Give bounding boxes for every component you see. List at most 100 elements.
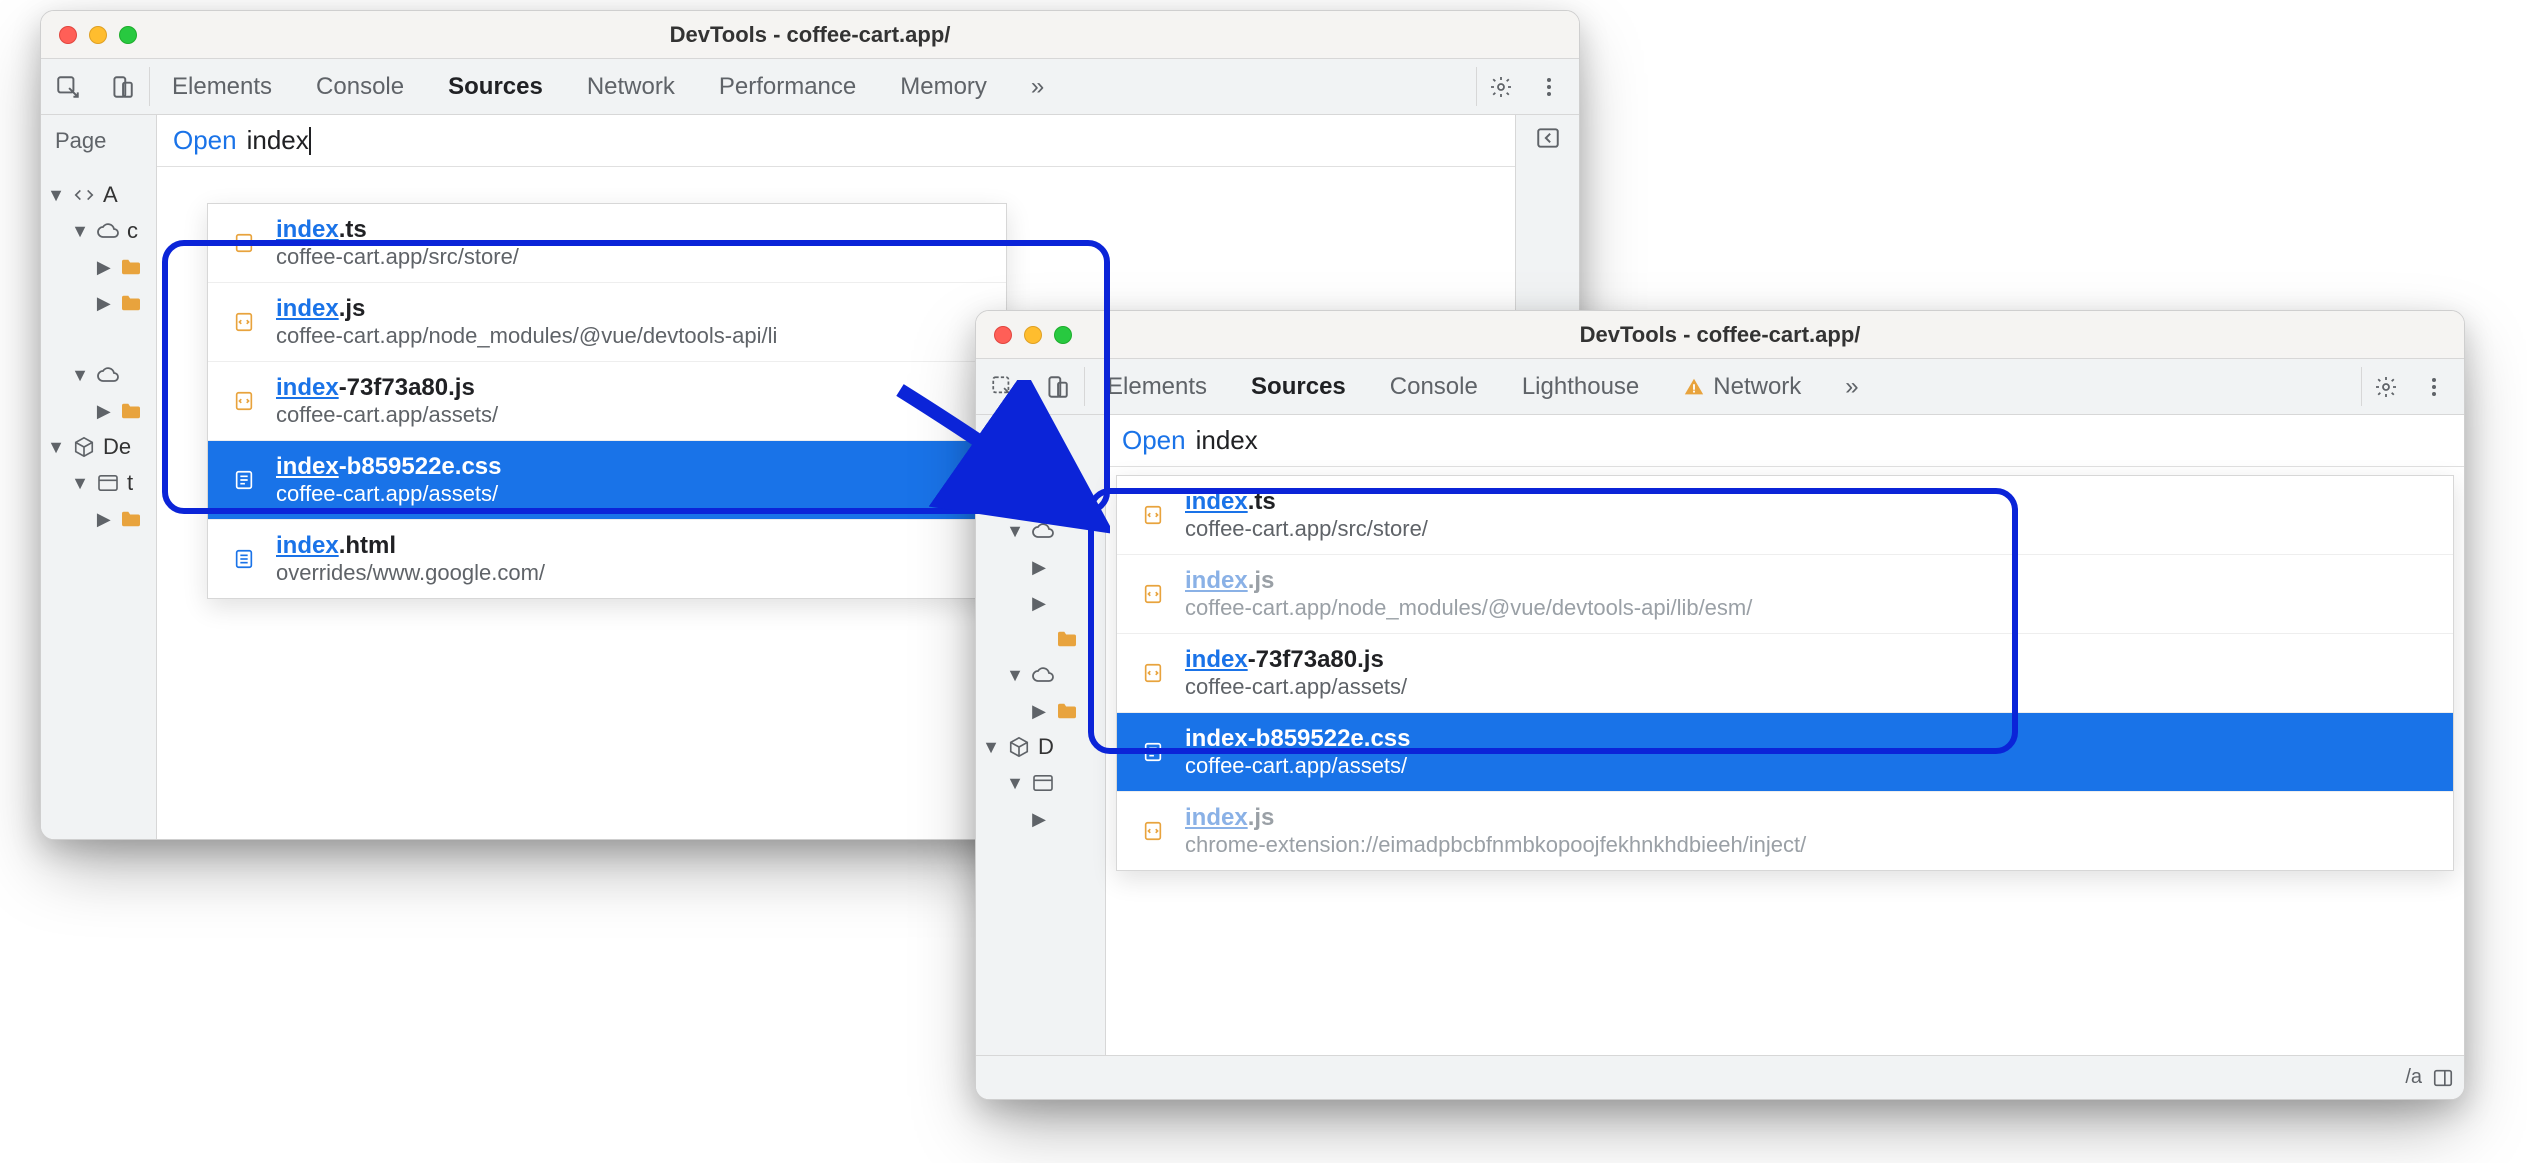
result-path: coffee-cart.app/src/store/ xyxy=(1185,516,1428,542)
tree-row[interactable] xyxy=(978,621,1099,657)
tree-row[interactable]: ▶ xyxy=(43,249,150,285)
chevron-icon[interactable]: ▼ xyxy=(1006,773,1024,794)
result-row[interactable]: index-b859522e.csscoffee-cart.app/assets… xyxy=(208,441,1006,520)
tab-console[interactable]: Console xyxy=(312,61,408,113)
inspect-icon[interactable] xyxy=(41,59,95,114)
warning-icon xyxy=(1683,376,1705,398)
tree-row[interactable] xyxy=(43,321,150,357)
tree-row[interactable]: ▶ xyxy=(43,501,150,537)
tree-row[interactable]: ▶ xyxy=(978,585,1099,621)
result-row[interactable]: index.jscoffee-cart.app/node_modules/@vu… xyxy=(208,283,1006,362)
page-tab[interactable]: Page xyxy=(976,415,1105,467)
page-tab[interactable]: Page xyxy=(41,115,156,167)
gear-icon[interactable] xyxy=(1477,75,1525,99)
tree-row[interactable]: ▼ xyxy=(978,657,1099,693)
result-row[interactable]: index-73f73a80.jscoffee-cart.app/assets/ xyxy=(208,362,1006,441)
tab-sources[interactable]: Sources xyxy=(444,61,547,113)
tree-row[interactable]: ▼ xyxy=(978,513,1099,549)
code-icon xyxy=(71,184,97,206)
inspect-icon[interactable] xyxy=(976,359,1030,414)
kebab-icon[interactable] xyxy=(2410,375,2458,399)
window-controls xyxy=(994,326,1072,344)
chevron-icon[interactable]: ▶ xyxy=(1030,701,1048,722)
chevron-icon[interactable]: ▼ xyxy=(71,473,89,494)
tree-row[interactable]: ▼A xyxy=(43,177,150,213)
tree-row[interactable]: ▶ xyxy=(978,549,1099,585)
tree-row[interactable]: ▼ De xyxy=(43,429,150,465)
folder-icon xyxy=(119,258,144,276)
tree-row[interactable]: ▼ xyxy=(43,357,150,393)
chevron-icon[interactable]: ▼ xyxy=(71,221,89,242)
result-row[interactable]: index-73f73a80.jscoffee-cart.app/assets/ xyxy=(1117,634,2453,713)
window-title: DevTools - coffee-cart.app/ xyxy=(41,22,1579,48)
tree-label: De xyxy=(103,434,150,460)
chevron-icon[interactable]: ▼ xyxy=(47,437,65,458)
chevron-icon[interactable]: ▼ xyxy=(1006,521,1024,542)
command-menu[interactable]: Open index xyxy=(157,115,1515,167)
command-menu[interactable]: Open index xyxy=(1106,415,2464,467)
file-tree: ▼A▼c ▶ ▶ ▼ ▶ ▼ De ▼t ▶ xyxy=(41,167,156,547)
chevron-icon[interactable]: ▶ xyxy=(1030,557,1048,578)
chevron-icon[interactable]: ▼ xyxy=(1006,665,1024,686)
tree-row[interactable]: ▼t xyxy=(43,465,150,501)
tab-elements[interactable]: Elements xyxy=(1103,361,1211,413)
code-icon xyxy=(1006,484,1032,506)
device-icon[interactable] xyxy=(1030,359,1084,414)
chevron-icon[interactable]: ▶ xyxy=(95,257,113,278)
chevron-icon[interactable]: ▶ xyxy=(1030,809,1048,830)
chevron-icon[interactable]: ▼ xyxy=(982,485,1000,506)
minimize-icon[interactable] xyxy=(1024,326,1042,344)
cloud-icon xyxy=(1030,666,1056,684)
path-fragment: /a xyxy=(2405,1066,2422,1089)
tabs-overflow[interactable]: » xyxy=(1841,361,1862,413)
sources-rail: Page ▼A▼c ▶ ▶ ▼ ▶ ▼ De ▼t ▶ xyxy=(41,115,157,839)
result-row[interactable]: index.htmloverrides/www.google.com/ xyxy=(208,520,1006,598)
tree-row[interactable]: ▼c xyxy=(43,213,150,249)
result-row[interactable]: index.jscoffee-cart.app/node_modules/@vu… xyxy=(1117,555,2453,634)
chevron-icon[interactable]: ▶ xyxy=(95,401,113,422)
chevron-icon[interactable]: ▼ xyxy=(71,365,89,386)
tab-memory[interactable]: Memory xyxy=(896,61,991,113)
result-row[interactable]: index.tscoffee-cart.app/src/store/ xyxy=(1117,476,2453,555)
script-icon xyxy=(230,229,258,257)
result-row[interactable]: index-b859522e.csscoffee-cart.app/assets… xyxy=(1117,713,2453,792)
gear-icon[interactable] xyxy=(2362,375,2410,399)
tree-row[interactable]: ▶ xyxy=(978,801,1099,837)
tab-console[interactable]: Console xyxy=(1386,361,1482,413)
device-icon[interactable] xyxy=(95,59,149,114)
folder-icon xyxy=(1054,702,1080,720)
zoom-icon[interactable] xyxy=(1054,326,1072,344)
tab-lighthouse[interactable]: Lighthouse xyxy=(1518,361,1643,413)
tab-performance[interactable]: Performance xyxy=(715,61,860,113)
result-row[interactable]: index.jschrome-extension://eimadpbcbfnmb… xyxy=(1117,792,2453,870)
tab-sources[interactable]: Sources xyxy=(1247,361,1350,413)
minimize-icon[interactable] xyxy=(89,26,107,44)
chevron-icon[interactable]: ▼ xyxy=(982,737,1000,758)
cube-icon xyxy=(1006,736,1032,758)
chevron-icon[interactable]: ▶ xyxy=(1030,593,1048,614)
result-path: overrides/www.google.com/ xyxy=(276,560,545,586)
window-controls xyxy=(59,26,137,44)
tree-row[interactable]: ▶ xyxy=(43,393,150,429)
chevron-icon[interactable]: ▶ xyxy=(95,509,113,530)
tree-row[interactable]: ▼ xyxy=(978,765,1099,801)
tab-network[interactable]: Network xyxy=(583,61,679,113)
sidebar-toggle-icon[interactable] xyxy=(2432,1067,2454,1089)
chevron-icon[interactable]: ▼ xyxy=(47,185,65,206)
tab-elements[interactable]: Elements xyxy=(168,61,276,113)
result-row[interactable]: index.tscoffee-cart.app/src/store/ xyxy=(208,204,1006,283)
close-icon[interactable] xyxy=(994,326,1012,344)
chevron-icon[interactable]: ▶ xyxy=(95,293,113,314)
window-icon xyxy=(1030,774,1056,792)
tree-row[interactable]: ▼D xyxy=(978,729,1099,765)
sources-rail: Page ▼A▼▶▶▼▶▼D▼▶ xyxy=(976,415,1106,1099)
zoom-icon[interactable] xyxy=(119,26,137,44)
kebab-icon[interactable] xyxy=(1525,75,1573,99)
tab-network[interactable]: Network xyxy=(1679,361,1805,413)
close-icon[interactable] xyxy=(59,26,77,44)
script-icon xyxy=(1139,817,1167,845)
tree-row[interactable]: ▶ xyxy=(978,693,1099,729)
tree-row[interactable]: ▼A xyxy=(978,477,1099,513)
tree-row[interactable]: ▶ xyxy=(43,285,150,321)
tabs-overflow[interactable]: » xyxy=(1027,61,1048,113)
